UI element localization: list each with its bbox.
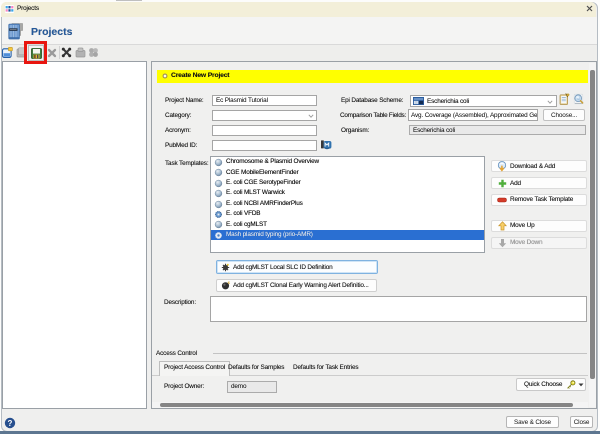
svg-text:?: ? <box>8 419 13 428</box>
